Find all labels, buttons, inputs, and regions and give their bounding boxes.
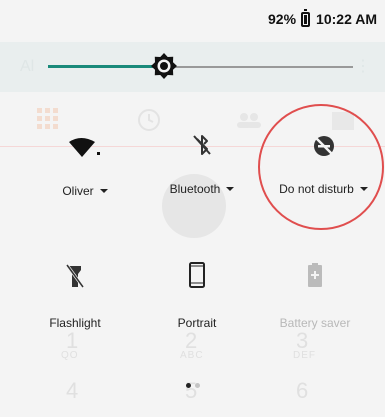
tile-bluetooth[interactable]: Bluetooth xyxy=(152,132,252,198)
chevron-down-icon xyxy=(99,188,108,193)
battery-percent: 92% xyxy=(268,11,297,27)
page-indicator xyxy=(186,383,200,388)
ghost-clock-icon xyxy=(138,109,160,131)
ghost-kebab-icon: ⋮ xyxy=(355,58,371,75)
ghost-key-2-letters: ABC xyxy=(180,350,204,361)
flashlight-off-icon xyxy=(65,264,85,288)
ghost-key-4: 4 xyxy=(66,378,79,403)
ghost-key-5: 5 xyxy=(185,378,198,403)
clock: 10:22 AM xyxy=(316,11,377,27)
tile-wifi[interactable]: Oliver xyxy=(40,136,130,200)
tile-rotation[interactable]: Portrait xyxy=(152,262,242,332)
page-dot-active xyxy=(186,383,191,388)
page-dot-inactive xyxy=(195,383,200,388)
ghost-background-text: Al xyxy=(20,58,35,75)
status-bar: 92% 10:22 AM xyxy=(0,0,385,38)
bluetooth-off-icon xyxy=(193,135,211,155)
red-circle-annotation xyxy=(258,104,384,230)
tile-bluetooth-label: Bluetooth xyxy=(169,182,221,196)
battery-saver-icon xyxy=(308,263,322,287)
brightness-row: Al ⋮ xyxy=(0,42,385,92)
wifi-icon xyxy=(69,138,100,157)
ghost-key-1-letters: QO xyxy=(61,350,79,361)
portrait-icon xyxy=(189,262,205,288)
tile-wifi-dropdown[interactable]: Oliver xyxy=(40,182,130,200)
tile-flashlight[interactable]: Flashlight xyxy=(30,262,120,332)
tile-rotation-label: Portrait xyxy=(177,316,217,330)
tile-bluetooth-dropdown[interactable]: Bluetooth xyxy=(152,180,252,198)
ghost-contacts-icon xyxy=(237,113,261,128)
brightness-slider-fill xyxy=(48,65,164,68)
tile-battery-saver-label: Battery saver xyxy=(279,316,351,330)
tile-wifi-label: Oliver xyxy=(62,184,94,198)
ghost-dialpad-icon xyxy=(37,108,58,129)
tile-flashlight-label: Flashlight xyxy=(49,316,101,330)
chevron-down-icon xyxy=(226,186,235,191)
ghost-key-3-letters: DEF xyxy=(293,350,316,361)
tile-battery-saver[interactable]: Battery saver xyxy=(255,262,375,332)
ghost-key-6: 6 xyxy=(296,378,309,403)
battery-icon xyxy=(301,8,311,27)
brightness-icon[interactable] xyxy=(150,52,178,80)
